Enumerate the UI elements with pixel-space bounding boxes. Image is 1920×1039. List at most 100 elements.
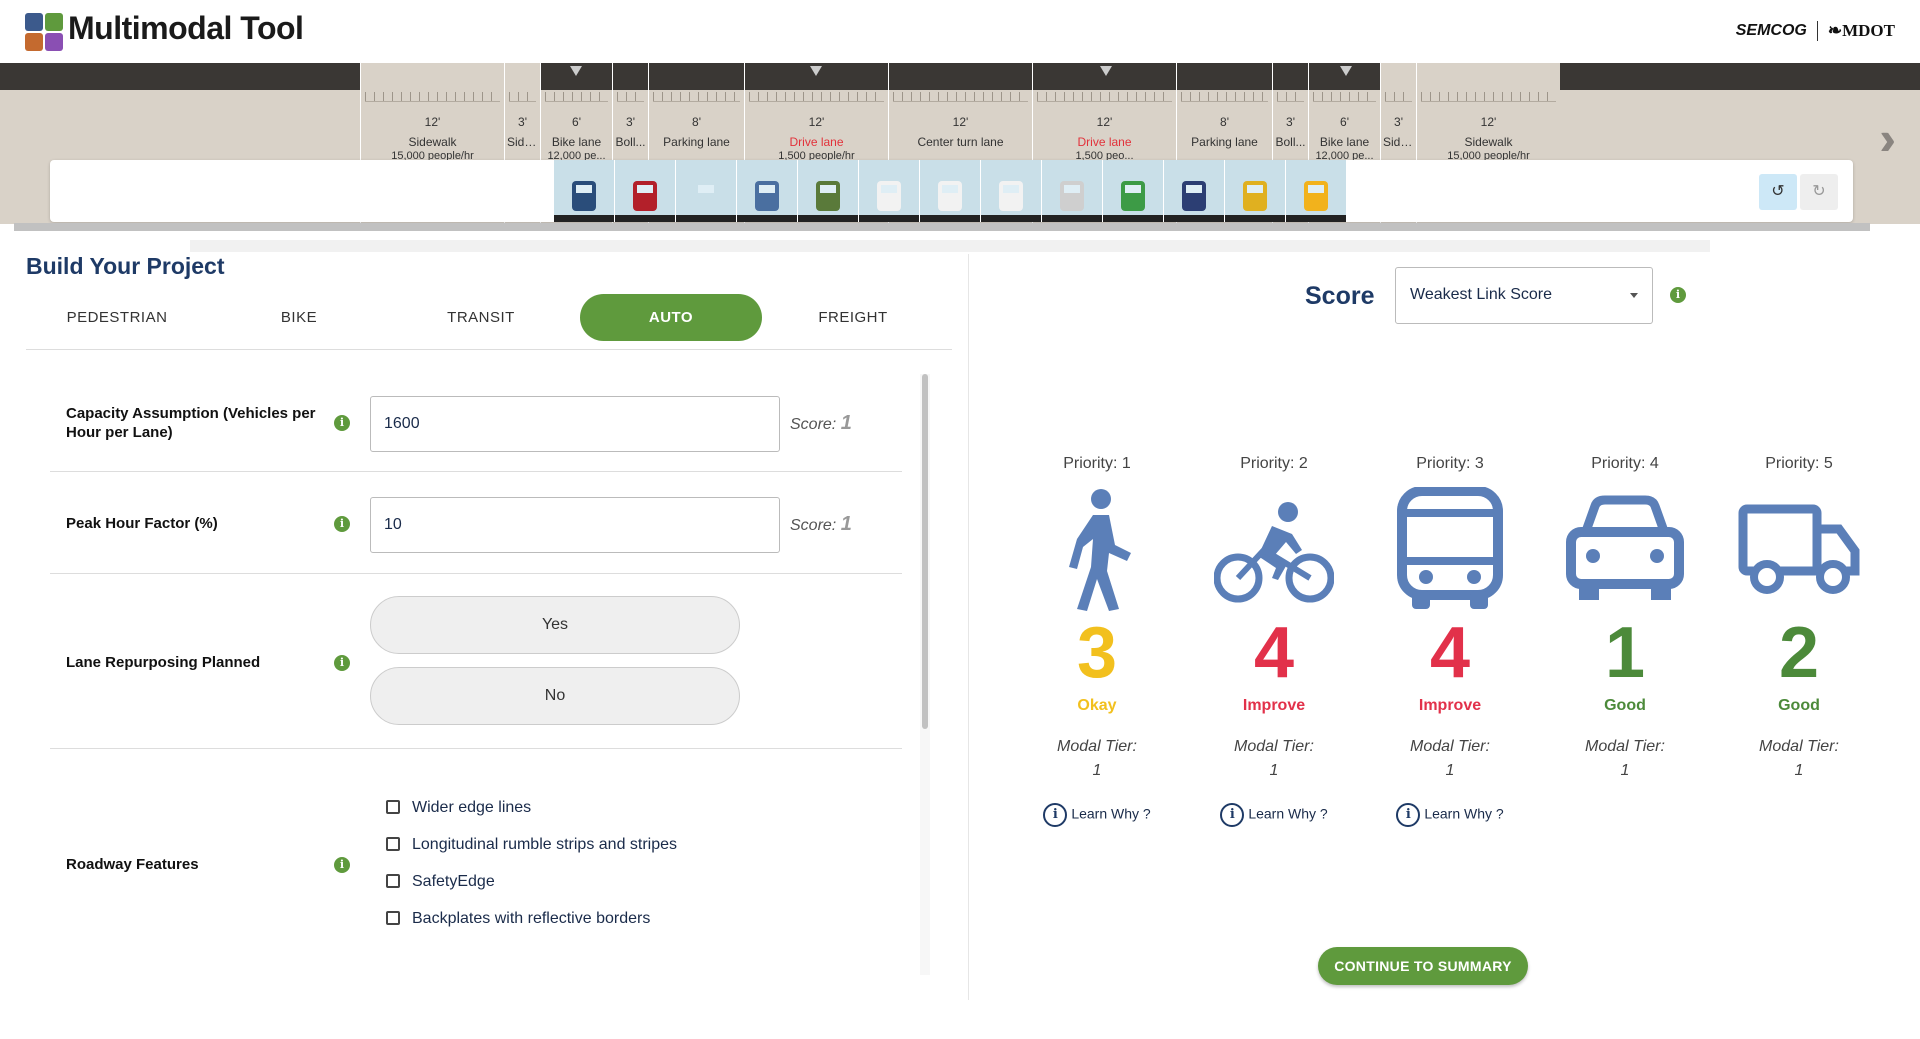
modal-tier: Modal Tier: 1	[1057, 738, 1137, 779]
mode-tabs: PEDESTRIAN BIKE TRANSIT AUTO FREIGHT	[26, 293, 952, 350]
learn-why-link[interactable]: i Learn Why ?	[1360, 803, 1540, 827]
segment-name[interactable]: Parking lane	[649, 135, 744, 149]
peak-hour-row: Peak Hour Factor (%) i Score: 1	[50, 472, 902, 574]
checkbox-icon[interactable]	[386, 837, 400, 851]
mode-score-value: 4	[1429, 613, 1471, 693]
segment-name[interactable]: Side...	[505, 135, 540, 149]
undo-button[interactable]: ↺	[1759, 174, 1797, 210]
modal-tier: Modal Tier: 1	[1585, 738, 1665, 779]
peak-hour-input[interactable]	[370, 497, 780, 553]
segment-width[interactable]: 12'	[361, 115, 504, 129]
segment-width[interactable]: 8'	[1177, 115, 1272, 129]
score-info-icon[interactable]: i	[1670, 287, 1686, 303]
repurposing-yes-button[interactable]: Yes	[370, 596, 740, 654]
tab-bike[interactable]: BIKE	[208, 294, 390, 341]
priority-label: Priority: 1	[1063, 455, 1131, 472]
segment-palette: ↺ ↻	[50, 160, 1853, 222]
sedan-icon	[999, 181, 1023, 211]
palette-item[interactable]	[554, 160, 614, 222]
peak-hour-info-icon[interactable]: i	[334, 516, 350, 532]
dropdown-caret-icon	[1630, 293, 1638, 298]
score-type-select[interactable]: Weakest Link Score	[1395, 267, 1653, 324]
learn-why-link[interactable]: i Learn Why ?	[1184, 803, 1364, 827]
checkbox-icon[interactable]	[386, 911, 400, 925]
checkbox-icon[interactable]	[386, 874, 400, 888]
palette-item[interactable]	[1103, 160, 1163, 222]
lane-arrow-icon	[810, 66, 822, 76]
info-circle-icon: i	[1220, 803, 1245, 827]
roadway-features-label: Roadway Features	[66, 856, 199, 873]
palette-item[interactable]	[615, 160, 675, 222]
palette-item[interactable]	[1225, 160, 1285, 222]
partner-logos: SEMCOG ❧MDOT	[1736, 21, 1895, 41]
segment-name[interactable]: Sidewalk	[361, 135, 504, 149]
segment-name[interactable]: Parking lane	[1177, 135, 1272, 149]
checkbox-icon[interactable]	[386, 800, 400, 814]
segment-asphalt	[1381, 63, 1416, 90]
segment-name[interactable]: Side...	[1381, 135, 1416, 149]
segment-width[interactable]: 3'	[1273, 115, 1308, 129]
capacity-input[interactable]	[370, 396, 780, 452]
segment-name[interactable]: Drive lane	[1033, 135, 1176, 149]
palette-scrollbar[interactable]	[190, 240, 1710, 252]
lane-repurposing-info-icon[interactable]: i	[334, 655, 350, 671]
segment-width[interactable]: 6'	[541, 115, 612, 129]
palette-item[interactable]	[981, 160, 1041, 222]
mode-score-value: 3	[1076, 613, 1118, 693]
segment-name[interactable]: Drive lane	[745, 135, 888, 149]
tab-pedestrian[interactable]: PEDESTRIAN	[26, 294, 208, 341]
segment-width[interactable]: 3'	[613, 115, 648, 129]
palette-item[interactable]	[920, 160, 980, 222]
mode-score-value: 4	[1253, 613, 1295, 693]
lane-arrow-icon	[1100, 66, 1112, 76]
palette-item[interactable]	[1286, 160, 1346, 222]
segment-width[interactable]: 12'	[889, 115, 1032, 129]
checkbox-wider-edge-lines[interactable]: Wider edge lines	[386, 799, 531, 817]
segment-name[interactable]: Boll...	[1273, 135, 1308, 149]
checkbox-rumble-strips[interactable]: Longitudinal rumble strips and stripes	[386, 836, 677, 854]
segment-width[interactable]: 12'	[1033, 115, 1176, 129]
segment-ruler	[1385, 92, 1412, 102]
scrollbar-thumb[interactable]	[14, 223, 1870, 231]
palette-item[interactable]	[859, 160, 919, 222]
tab-freight[interactable]: FREIGHT	[762, 294, 944, 341]
mdot-logo: ❧MDOT	[1827, 21, 1895, 40]
segment-width[interactable]: 12'	[745, 115, 888, 129]
capacity-info-icon[interactable]: i	[334, 415, 350, 431]
expand-chevron-icon[interactable]: ››	[1879, 111, 1894, 165]
learn-why-link[interactable]: i Learn Why ?	[1007, 803, 1187, 827]
segment-width[interactable]: 12'	[1417, 115, 1560, 129]
palette-item[interactable]	[1164, 160, 1224, 222]
segment-name[interactable]: Sidewalk	[1417, 135, 1560, 149]
checkbox-safetyedge[interactable]: SafetyEdge	[386, 873, 495, 891]
planter-bench-icon	[633, 181, 657, 211]
repurposing-no-button[interactable]: No	[370, 667, 740, 725]
palette-item[interactable]	[676, 160, 736, 222]
palette-item[interactable]	[1042, 160, 1102, 222]
segment-width[interactable]: 8'	[649, 115, 744, 129]
car-front-icon	[877, 181, 901, 211]
segment-name[interactable]: Center turn lane	[889, 135, 1032, 149]
segment-width[interactable]: 6'	[1309, 115, 1380, 129]
palette-item[interactable]	[798, 160, 858, 222]
segment-width[interactable]: 3'	[1381, 115, 1416, 129]
modal-tier: Modal Tier: 1	[1234, 738, 1314, 779]
lane-repurposing-label: Lane Repurposing Planned	[66, 654, 261, 671]
lane-repurposing-row: Lane Repurposing Planned i Yes No	[50, 574, 902, 749]
form-scrollbar-thumb[interactable]	[922, 374, 928, 729]
tab-auto[interactable]: AUTO	[580, 294, 762, 341]
segment-ruler	[749, 92, 884, 102]
roadway-features-info-icon[interactable]: i	[334, 857, 350, 873]
segment-ruler	[1421, 92, 1556, 102]
tab-transit[interactable]: TRANSIT	[390, 294, 572, 341]
segment-name[interactable]: Bike lane	[541, 135, 612, 149]
palette-item[interactable]	[737, 160, 797, 222]
redo-button[interactable]: ↻	[1800, 174, 1838, 210]
continue-to-summary-button[interactable]: CONTINUE TO SUMMARY	[1318, 947, 1528, 985]
segment-name[interactable]: Boll...	[613, 135, 648, 149]
priority-label: Priority: 3	[1416, 455, 1484, 472]
horizontal-scrollbar[interactable]	[0, 220, 1920, 234]
segment-name[interactable]: Bike lane	[1309, 135, 1380, 149]
segment-width[interactable]: 3'	[505, 115, 540, 129]
checkbox-backplates[interactable]: Backplates with reflective borders	[386, 910, 650, 928]
